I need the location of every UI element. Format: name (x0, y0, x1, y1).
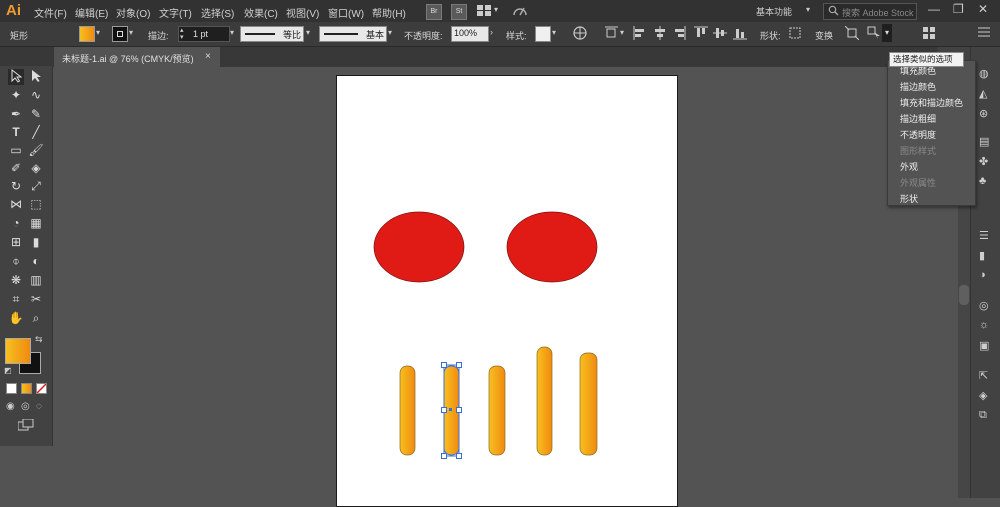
selection-handle[interactable] (456, 407, 462, 413)
color-panel-icon[interactable]: ◍ (979, 67, 989, 80)
tooltip: 选择类似的选项 (889, 52, 964, 67)
menu-item-stroke-color[interactable]: 描边颜色 (900, 80, 936, 93)
selection-handle[interactable] (441, 453, 447, 459)
artwork-layer (373, 211, 598, 459)
layers-panel-icon[interactable]: ◈ (979, 389, 987, 402)
fill-color-box[interactable] (5, 338, 31, 364)
select-similar-menu: 填充颜色 描边颜色 填充和描边颜色 描边粗细 不透明度 图形样式 外观 外观属性… (887, 60, 976, 206)
menu-item-graphic-style: 图形样式 (900, 146, 937, 156)
bar-3[interactable] (488, 365, 506, 456)
menu-item-appearance[interactable]: 外观 (900, 160, 918, 173)
pathfinder-panel-icon[interactable]: ▣ (979, 339, 989, 352)
selection-handle[interactable] (456, 362, 462, 368)
menu-item-appearance-attribute: 外观属性 (900, 178, 937, 188)
cc-libraries-icon[interactable]: ⊛ (979, 107, 988, 120)
menu-item-shape[interactable]: 形状 (900, 192, 918, 205)
asset-export-icon[interactable]: ⇱ (979, 369, 988, 382)
selection-handle[interactable] (441, 362, 447, 368)
swatches-panel-icon[interactable]: ▤ (979, 135, 989, 148)
menu-item-opacity[interactable]: 不透明度 (900, 128, 936, 141)
selection-handle[interactable] (456, 453, 462, 459)
appearance-panel-icon[interactable]: ◎ (979, 299, 989, 312)
bar-5[interactable] (579, 352, 598, 456)
color-guide-icon[interactable]: ◭ (979, 87, 987, 100)
bar-1[interactable] (399, 365, 416, 456)
artboards-panel-icon[interactable]: ⧉ (979, 409, 987, 422)
symbols-panel-icon[interactable]: ♣ (979, 175, 986, 187)
left-eye-ellipse[interactable] (373, 211, 465, 283)
brushes-panel-icon[interactable]: ✤ (979, 155, 988, 168)
stroke-panel-icon[interactable]: ☰ (979, 229, 989, 242)
bar-4[interactable] (536, 346, 553, 456)
transparency-panel-icon[interactable]: ◑ (979, 269, 986, 281)
graphic-styles-icon[interactable]: ☼ (979, 319, 989, 331)
center-point (449, 408, 452, 411)
menu-item-stroke-weight[interactable]: 描边粗细 (900, 112, 936, 125)
menu-item-fill-and-stroke[interactable]: 填充和描边颜色 (900, 96, 963, 109)
gradient-panel-icon[interactable]: ▮ (979, 249, 985, 262)
scrollbar-thumb[interactable] (959, 285, 969, 305)
right-eye-ellipse[interactable] (506, 211, 598, 283)
selection-handle[interactable] (441, 407, 447, 413)
